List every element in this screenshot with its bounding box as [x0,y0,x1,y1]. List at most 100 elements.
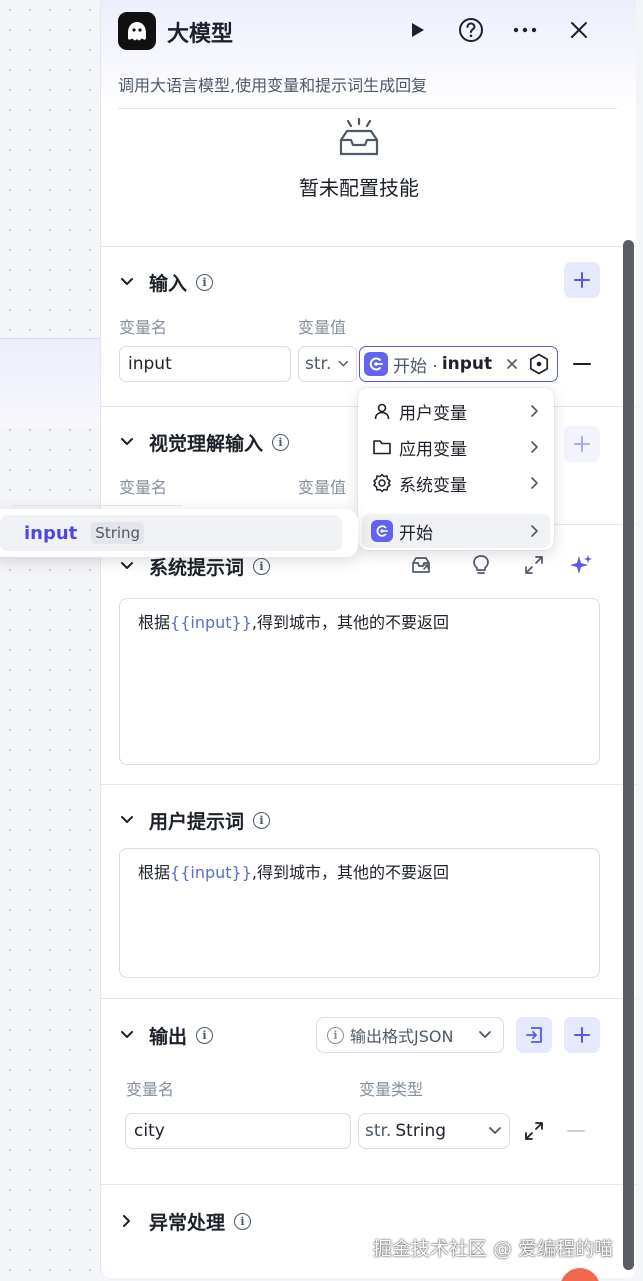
expand-editor-button[interactable] [521,552,547,578]
user-prompt-header[interactable]: 用户提示词 i [119,806,271,834]
chevron-down-icon [479,1031,491,1038]
play-icon [412,23,424,37]
column-label-name: 变量名 [119,478,168,497]
clear-icon[interactable] [506,358,518,370]
suggestion-variable-type: String [91,522,145,544]
type-label: String [395,1121,447,1141]
dropdown-item-label: 系统变量 [399,475,467,496]
divider [101,246,636,247]
prompt-tips-button[interactable] [468,552,494,578]
add-output-button[interactable] [564,1017,600,1053]
input-name-field[interactable]: input [119,346,291,382]
variable-suggestion-item[interactable]: input String [0,515,342,551]
panel-scrollbar[interactable] [623,240,634,1270]
variable-suggestion-popover: input String [0,509,358,557]
start-node-icon [371,520,393,542]
divider [118,108,617,109]
remove-input-button[interactable] [572,354,592,374]
column-label-value: 变量值 [298,478,347,497]
help-button[interactable] [455,14,487,46]
info-icon[interactable]: i [196,273,214,291]
add-vision-input-button[interactable] [564,426,600,462]
column-label-name: 变量名 [119,318,168,337]
system-prompt-editor[interactable]: 根据{{input}},得到城市，其他的不要返回 [119,598,600,765]
dropdown-item-user-variables[interactable]: 用户变量 [362,394,550,428]
prompt-text: ,得到城市，其他的不要返回 [251,863,449,882]
panel-description: 调用大语言模型,使用变量和提示词生成回复 [118,76,428,95]
chevron-down-icon [339,360,349,367]
gear-icon [372,473,392,493]
start-node-icon [364,352,388,376]
prompt-template-variable: {{input}} [170,863,252,882]
expand-icon [525,556,543,574]
chevron-down-icon[interactable] [119,274,135,290]
divider [101,998,636,999]
info-icon[interactable]: i [196,1026,214,1044]
dropdown-item-label: 应用变量 [399,439,467,460]
chevron-down-icon[interactable] [119,1027,135,1043]
plus-icon [574,1027,590,1043]
type-label: str. [305,354,332,374]
input-section-header[interactable]: 输入 i [119,268,214,296]
output-format-select[interactable]: i 输出格式JSON [316,1017,504,1053]
more-button[interactable] [509,14,541,46]
output-name-field[interactable]: city [125,1113,351,1149]
info-icon[interactable]: i [253,811,271,829]
chevron-down-icon[interactable] [119,434,135,450]
close-icon [571,22,587,38]
info-icon[interactable]: i [253,557,271,575]
dropdown-item-start-node[interactable]: 开始 [362,514,550,548]
close-button[interactable] [563,14,595,46]
dropdown-item-app-variables[interactable]: 应用变量 [362,430,550,464]
info-icon[interactable]: i [272,433,290,451]
info-icon: i [327,1026,344,1044]
prompt-library-button[interactable] [408,552,434,578]
section-title: 用户提示词 [149,810,245,833]
output-section-header[interactable]: 输出 i [119,1021,214,1049]
sparkle-icon [570,555,592,574]
more-icon [513,27,537,33]
vision-section-header[interactable]: 视觉理解输入 i [119,428,290,456]
chevron-down-icon[interactable] [119,558,135,574]
panel-header: 大模型 调用大语言模型,使用变量和提示词生成回复 [101,0,636,108]
expand-output-button[interactable] [524,1121,544,1141]
input-type-select[interactable]: str. [298,346,357,382]
canvas-node-fragment[interactable] [0,338,100,428]
ref-variable-label: input [441,354,493,374]
plus-icon [574,436,590,452]
add-input-button[interactable] [564,262,600,298]
import-icon [526,1027,542,1043]
folder-icon [372,437,392,457]
prompt-library-icon [412,557,430,573]
empty-box-icon [339,117,379,156]
prompt-text: 根据 [138,863,171,882]
llm-node-panel: 大模型 调用大语言模型,使用变量和提示词生成回复 暂未配置技能 输入 i 变量名… [100,0,636,1278]
llm-node-logo [118,12,156,50]
import-output-button[interactable] [516,1017,552,1053]
info-icon[interactable]: i [234,1212,252,1230]
prompt-text: 根据 [138,613,171,632]
divider [101,1184,636,1185]
minus-icon [567,1130,585,1132]
remove-output-button[interactable] [566,1121,586,1141]
skill-empty-label: 暂未配置技能 [299,176,419,200]
suggestion-variable-name: input [24,522,78,544]
output-type-select[interactable]: str. String [358,1113,510,1149]
variable-picker-icon[interactable] [528,353,550,375]
chevron-down-icon[interactable] [119,812,135,828]
run-button[interactable] [401,14,433,46]
chevron-right-icon[interactable] [119,1213,135,1229]
dropdown-item-label: 用户变量 [399,403,467,424]
exception-section-header[interactable]: 异常处理 i [119,1207,252,1235]
variable-reference-field[interactable]: 开始 · input [359,346,558,382]
help-icon [459,18,483,42]
ai-optimize-button[interactable] [568,552,594,578]
column-label-type: 变量类型 [359,1080,424,1099]
section-title: 视觉理解输入 [149,432,264,455]
divider [101,784,636,785]
dropdown-item-system-variables[interactable]: 系统变量 [362,466,550,500]
section-title: 异常处理 [149,1211,226,1234]
user-prompt-editor[interactable]: 根据{{input}},得到城市，其他的不要返回 [119,848,600,978]
lightbulb-icon [473,555,489,574]
section-title: 输入 [149,272,188,295]
